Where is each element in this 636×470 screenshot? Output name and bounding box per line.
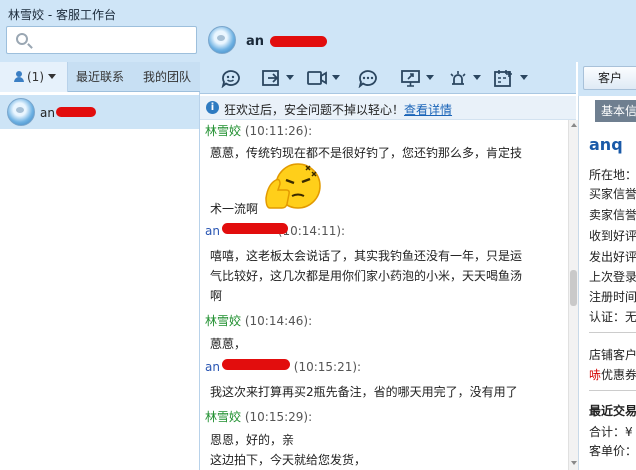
tab-my-contacts-label: (1) [27, 70, 44, 84]
scrollbar-thumb[interactable] [570, 270, 577, 306]
message-header: 林雪姣 (10:11:26): [205, 122, 312, 139]
message-sender: an [205, 360, 220, 374]
recent-trade-heading: 最近交易 [589, 404, 636, 418]
message-text: 啊 [210, 289, 223, 303]
info-icon: i [206, 101, 219, 114]
chat-contact-name: an [246, 34, 265, 49]
customer-info-panel: 基本信 anq 所在地： 买家信誉 卖家信誉 收到好评 发出好评 上次登录 注册… [578, 96, 636, 470]
chevron-down-icon[interactable] [426, 75, 434, 80]
tab-recent[interactable]: 最近联系 [76, 62, 124, 92]
field-verification: 认证：无 [589, 310, 636, 324]
redaction-mark [56, 107, 96, 117]
chevron-down-icon [48, 74, 56, 79]
redaction-mark [270, 36, 327, 47]
message-sender: 林雪姣 [205, 410, 242, 424]
field-seller-credit: 卖家信誉 [589, 208, 636, 222]
message-text: 这边拍下，今天就给您发货， [210, 453, 367, 467]
tab-basic-info[interactable]: 基本信 [595, 100, 636, 122]
scroll-up-icon[interactable] [571, 123, 577, 127]
security-notice: i 狂欢过后，安全问题不掉以轻心！查看详情 [200, 96, 576, 120]
left-tab-bar: (1) 最近联系 我的团队 [0, 62, 200, 92]
trade-unit-price: 客单价： [589, 444, 636, 458]
message-text: 嘻嘻，这老板太会说话了，其实我钓鱼还没有一年，只是运 [210, 249, 523, 263]
trade-total: 合计：¥ [589, 425, 633, 439]
calendar-icon[interactable] [493, 68, 515, 88]
notice-link[interactable]: 查看详情 [404, 103, 452, 117]
divider [589, 332, 636, 333]
message-time: (10:15:21): [293, 360, 362, 374]
message-text: 术一流啊 [210, 202, 259, 216]
message-sender: an [205, 224, 220, 238]
field-received-praise: 收到好评 [589, 229, 636, 243]
chat-scrollbar[interactable] [568, 120, 578, 470]
field-last-login: 上次登录 [589, 270, 636, 284]
message-time: (10:15:29): [244, 410, 313, 424]
search-icon [16, 33, 28, 45]
message-time: (10:14:46): [244, 314, 313, 328]
field-register-time: 注册时间 [589, 290, 636, 304]
video-icon[interactable] [306, 68, 328, 88]
customer-button[interactable]: 客户 [583, 66, 636, 90]
chevron-down-icon[interactable] [332, 75, 340, 80]
chat-history: 林雪姣 (10:11:26): 蒽蒽，传统钓现在都不是很好钓了，您还钓那么多，肯… [200, 120, 568, 470]
coupon-line[interactable]: 哧优惠券 [589, 366, 636, 383]
customer-name: anq [589, 135, 623, 154]
message-time: (10:14:11): [277, 224, 346, 238]
notice-text: 狂欢过后，安全问题不掉以轻心！ [224, 103, 405, 117]
alarm-icon[interactable] [447, 68, 469, 88]
search-input[interactable] [6, 26, 197, 54]
window-title: 林雪姣 - 客服工作台 [8, 8, 116, 22]
message-time: (10:11:26): [244, 124, 313, 138]
redaction-mark [222, 359, 290, 370]
contact-name: an [40, 106, 55, 120]
message-text: 气比较好，这几次都是用你们家小药泡的小米，天天喝鱼汤 [210, 269, 523, 283]
message-text: 我这次来打算再买2瓶先备注，省的哪天用完了，没有用了 [210, 385, 518, 399]
message-text: 蒽蒽， [210, 337, 247, 351]
message-sender: 林雪姣 [205, 124, 242, 138]
message-sender: 林雪姣 [205, 314, 242, 328]
redaction-mark [222, 223, 288, 234]
chevron-down-icon[interactable] [520, 75, 528, 80]
divider [589, 390, 636, 391]
user-icon [14, 71, 24, 82]
chevron-down-icon[interactable] [286, 75, 294, 80]
quick-reply-icon[interactable] [357, 68, 379, 88]
thumbs-up-emoji [265, 163, 321, 209]
contact-avatar[interactable] [208, 26, 236, 54]
coupon-label: 优惠券 [601, 368, 636, 382]
message-header: 林雪姣 (10:15:29): [205, 408, 312, 425]
coupon-prefix: 哧 [589, 368, 602, 382]
message-text: 恩恩，好的，亲 [210, 433, 295, 447]
chevron-down-icon[interactable] [473, 75, 481, 80]
message-header: 林雪姣 (10:14:46): [205, 312, 312, 329]
field-location: 所在地： [589, 168, 636, 182]
emoji-icon[interactable] [220, 68, 242, 88]
shop-customer-label: 店铺客户 [589, 348, 636, 362]
field-buyer-credit: 买家信誉 [589, 187, 636, 201]
scroll-down-icon[interactable] [571, 461, 577, 465]
chat-toolbar [200, 62, 576, 94]
contact-list: an [0, 92, 200, 470]
message-text: 蒽蒽，传统钓现在都不是很好钓了，您还钓那么多，肯定技 [210, 146, 523, 160]
tab-my-team[interactable]: 我的团队 [143, 62, 191, 92]
avatar [7, 98, 35, 126]
transfer-icon[interactable] [261, 68, 283, 88]
title-bar: 林雪姣 - 客服工作台 [0, 0, 636, 26]
top-band: an [0, 26, 636, 62]
tab-my-contacts[interactable]: (1) [0, 62, 68, 92]
field-given-praise: 发出好评 [589, 250, 636, 264]
list-item[interactable]: an [0, 95, 199, 129]
screen-share-icon[interactable] [400, 68, 422, 88]
